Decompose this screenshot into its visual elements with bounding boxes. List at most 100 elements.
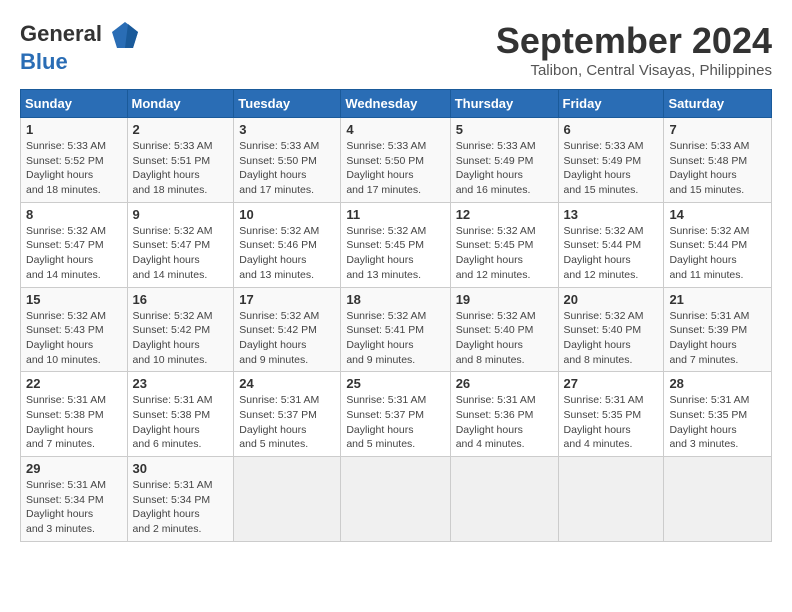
daylight-value: and 3 minutes.: [26, 523, 95, 535]
day-info: Sunrise: 5:33 AM Sunset: 5:48 PM Dayligh…: [669, 139, 766, 198]
sunrise-label: Sunrise: 5:32 AM: [26, 225, 106, 237]
table-row: 8 Sunrise: 5:32 AM Sunset: 5:47 PM Dayli…: [21, 202, 128, 287]
daylight-label: Daylight hours: [239, 169, 306, 181]
sunset-label: Sunset: 5:45 PM: [456, 239, 534, 251]
day-info: Sunrise: 5:32 AM Sunset: 5:46 PM Dayligh…: [239, 224, 335, 283]
day-info: Sunrise: 5:32 AM Sunset: 5:44 PM Dayligh…: [669, 224, 766, 283]
daylight-value: and 18 minutes.: [26, 184, 101, 196]
daylight-value: and 14 minutes.: [26, 269, 101, 281]
day-number: 7: [669, 122, 766, 137]
sunrise-label: Sunrise: 5:31 AM: [346, 394, 426, 406]
day-number: 20: [564, 292, 659, 307]
sunrise-label: Sunrise: 5:33 AM: [26, 140, 106, 152]
daylight-value: and 12 minutes.: [456, 269, 531, 281]
day-number: 26: [456, 376, 553, 391]
table-row: [558, 457, 664, 542]
table-row: 17 Sunrise: 5:32 AM Sunset: 5:42 PM Dayl…: [234, 287, 341, 372]
calendar-week-row: 1 Sunrise: 5:33 AM Sunset: 5:52 PM Dayli…: [21, 118, 772, 203]
daylight-value: and 14 minutes.: [133, 269, 208, 281]
day-number: 17: [239, 292, 335, 307]
sunrise-label: Sunrise: 5:31 AM: [239, 394, 319, 406]
table-row: 26 Sunrise: 5:31 AM Sunset: 5:36 PM Dayl…: [450, 372, 558, 457]
daylight-value: and 5 minutes.: [239, 438, 308, 450]
table-row: 30 Sunrise: 5:31 AM Sunset: 5:34 PM Dayl…: [127, 457, 234, 542]
daylight-label: Daylight hours: [669, 254, 736, 266]
sunrise-label: Sunrise: 5:32 AM: [456, 310, 536, 322]
calendar-header-row: Sunday Monday Tuesday Wednesday Thursday…: [21, 90, 772, 118]
sunrise-label: Sunrise: 5:32 AM: [346, 310, 426, 322]
calendar-week-row: 22 Sunrise: 5:31 AM Sunset: 5:38 PM Dayl…: [21, 372, 772, 457]
daylight-value: and 8 minutes.: [456, 354, 525, 366]
day-number: 3: [239, 122, 335, 137]
sunset-label: Sunset: 5:42 PM: [239, 324, 317, 336]
day-info: Sunrise: 5:33 AM Sunset: 5:52 PM Dayligh…: [26, 139, 122, 198]
day-number: 23: [133, 376, 229, 391]
table-row: [450, 457, 558, 542]
daylight-value: and 18 minutes.: [133, 184, 208, 196]
table-row: 18 Sunrise: 5:32 AM Sunset: 5:41 PM Dayl…: [341, 287, 450, 372]
day-info: Sunrise: 5:32 AM Sunset: 5:47 PM Dayligh…: [26, 224, 122, 283]
sunrise-label: Sunrise: 5:32 AM: [346, 225, 426, 237]
daylight-label: Daylight hours: [26, 508, 93, 520]
sunset-label: Sunset: 5:49 PM: [456, 155, 534, 167]
daylight-value: and 8 minutes.: [564, 354, 633, 366]
sunrise-label: Sunrise: 5:31 AM: [26, 479, 106, 491]
sunrise-label: Sunrise: 5:33 AM: [456, 140, 536, 152]
daylight-value: and 15 minutes.: [669, 184, 744, 196]
day-info: Sunrise: 5:31 AM Sunset: 5:38 PM Dayligh…: [133, 393, 229, 452]
day-number: 15: [26, 292, 122, 307]
day-number: 28: [669, 376, 766, 391]
day-info: Sunrise: 5:32 AM Sunset: 5:40 PM Dayligh…: [564, 309, 659, 368]
day-number: 16: [133, 292, 229, 307]
day-info: Sunrise: 5:31 AM Sunset: 5:34 PM Dayligh…: [26, 478, 122, 537]
day-number: 29: [26, 461, 122, 476]
sunset-label: Sunset: 5:38 PM: [26, 409, 104, 421]
sunset-label: Sunset: 5:50 PM: [239, 155, 317, 167]
col-saturday: Saturday: [664, 90, 772, 118]
day-info: Sunrise: 5:31 AM Sunset: 5:35 PM Dayligh…: [564, 393, 659, 452]
table-row: 15 Sunrise: 5:32 AM Sunset: 5:43 PM Dayl…: [21, 287, 128, 372]
col-thursday: Thursday: [450, 90, 558, 118]
table-row: 11 Sunrise: 5:32 AM Sunset: 5:45 PM Dayl…: [341, 202, 450, 287]
day-number: 19: [456, 292, 553, 307]
day-number: 2: [133, 122, 229, 137]
sunset-label: Sunset: 5:35 PM: [564, 409, 642, 421]
sunset-label: Sunset: 5:36 PM: [456, 409, 534, 421]
daylight-label: Daylight hours: [456, 254, 523, 266]
day-info: Sunrise: 5:31 AM Sunset: 5:36 PM Dayligh…: [456, 393, 553, 452]
sunset-label: Sunset: 5:40 PM: [564, 324, 642, 336]
day-number: 30: [133, 461, 229, 476]
calendar-week-row: 29 Sunrise: 5:31 AM Sunset: 5:34 PM Dayl…: [21, 457, 772, 542]
sunset-label: Sunset: 5:37 PM: [346, 409, 424, 421]
day-info: Sunrise: 5:33 AM Sunset: 5:50 PM Dayligh…: [346, 139, 444, 198]
sunset-label: Sunset: 5:41 PM: [346, 324, 424, 336]
daylight-value: and 17 minutes.: [239, 184, 314, 196]
sunset-label: Sunset: 5:46 PM: [239, 239, 317, 251]
daylight-value: and 12 minutes.: [564, 269, 639, 281]
sunrise-label: Sunrise: 5:31 AM: [133, 394, 213, 406]
daylight-value: and 3 minutes.: [669, 438, 738, 450]
logo: General Blue: [20, 20, 140, 74]
daylight-value: and 10 minutes.: [26, 354, 101, 366]
location: Talibon, Central Visayas, Philippines: [496, 62, 772, 79]
daylight-label: Daylight hours: [564, 339, 631, 351]
sunset-label: Sunset: 5:45 PM: [346, 239, 424, 251]
day-info: Sunrise: 5:31 AM Sunset: 5:37 PM Dayligh…: [239, 393, 335, 452]
daylight-value: and 9 minutes.: [346, 354, 415, 366]
daylight-label: Daylight hours: [564, 424, 631, 436]
sunset-label: Sunset: 5:43 PM: [26, 324, 104, 336]
table-row: 29 Sunrise: 5:31 AM Sunset: 5:34 PM Dayl…: [21, 457, 128, 542]
sunrise-label: Sunrise: 5:32 AM: [456, 225, 536, 237]
table-row: 5 Sunrise: 5:33 AM Sunset: 5:49 PM Dayli…: [450, 118, 558, 203]
daylight-value: and 13 minutes.: [346, 269, 421, 281]
sunrise-label: Sunrise: 5:31 AM: [669, 310, 749, 322]
sunrise-label: Sunrise: 5:32 AM: [239, 310, 319, 322]
table-row: 4 Sunrise: 5:33 AM Sunset: 5:50 PM Dayli…: [341, 118, 450, 203]
daylight-value: and 6 minutes.: [133, 438, 202, 450]
table-row: 3 Sunrise: 5:33 AM Sunset: 5:50 PM Dayli…: [234, 118, 341, 203]
calendar-week-row: 15 Sunrise: 5:32 AM Sunset: 5:43 PM Dayl…: [21, 287, 772, 372]
col-monday: Monday: [127, 90, 234, 118]
daylight-value: and 2 minutes.: [133, 523, 202, 535]
daylight-value: and 17 minutes.: [346, 184, 421, 196]
calendar-table: Sunday Monday Tuesday Wednesday Thursday…: [20, 89, 772, 542]
